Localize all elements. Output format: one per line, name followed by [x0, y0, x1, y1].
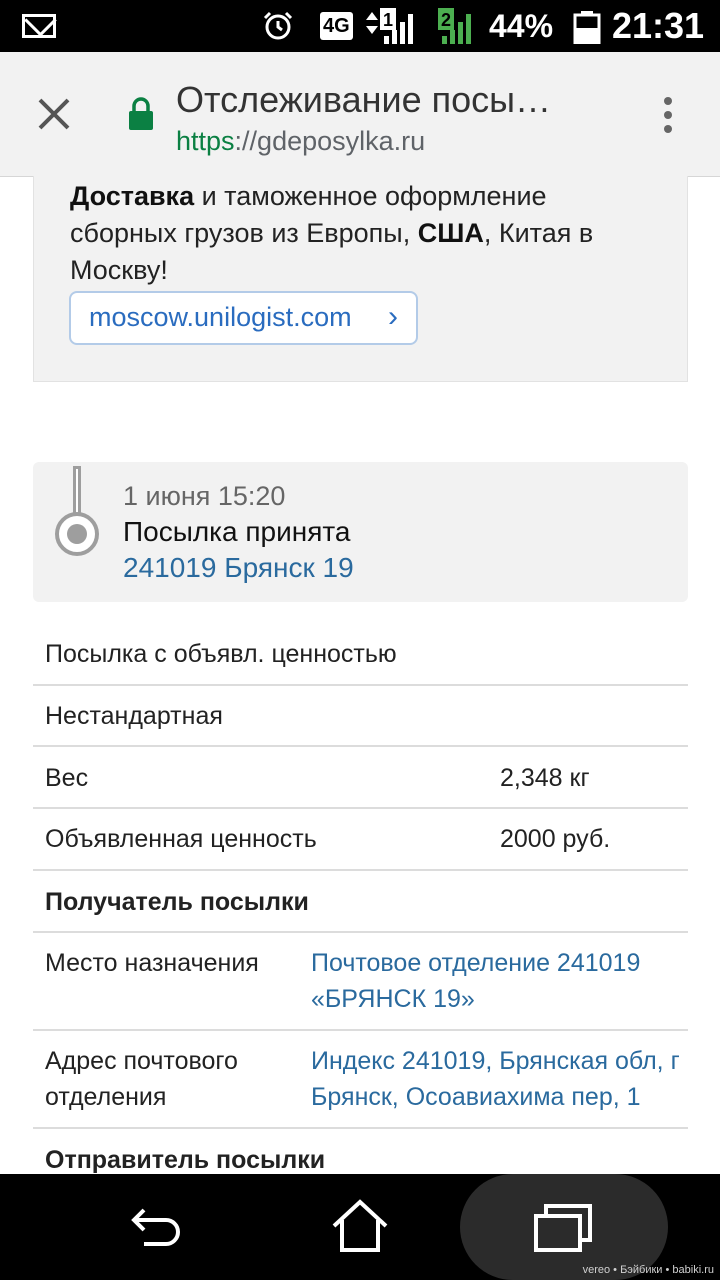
- battery-icon: [573, 11, 601, 44]
- ad-text: Доставка и таможенное оформление сборных…: [70, 178, 660, 289]
- home-icon[interactable]: [328, 1196, 392, 1256]
- parcel-category: Нестандартная: [45, 702, 223, 730]
- address-link[interactable]: Индекс 241019, Брянская обл, г Брянск, О…: [311, 1043, 681, 1115]
- weight-value: 2,348 кг: [500, 764, 590, 792]
- table-row: Место назначения Почтовое отделение 2410…: [33, 933, 688, 1031]
- parcel-type: Посылка с объявл. ценностью: [45, 640, 397, 668]
- ad-text-bold-usa: США: [417, 218, 484, 248]
- mail-icon: [22, 14, 56, 38]
- timeline-dot-icon: [55, 512, 99, 556]
- table-row: Адрес почтового отделения Индекс 241019,…: [33, 1031, 688, 1129]
- ad-text-bold-delivery: Доставка: [70, 181, 195, 211]
- ad-link-label: moscow.unilogist.com: [89, 302, 352, 332]
- ad-banner[interactable]: Доставка и таможенное оформление сборных…: [33, 176, 688, 382]
- close-icon[interactable]: [32, 92, 76, 136]
- page-title: Отслеживание посы…: [176, 79, 552, 120]
- table-row: Нестандартная: [33, 686, 688, 747]
- network-type-badge: 4G: [320, 12, 353, 40]
- recents-icon[interactable]: [532, 1196, 596, 1256]
- url-host: ://gdeposylka.ru: [234, 126, 426, 156]
- destination-link[interactable]: Почтовое отделение 241019 «БРЯНСК 19»: [311, 945, 681, 1017]
- sender-heading: Отправитель посылки: [45, 1146, 326, 1174]
- back-icon[interactable]: [124, 1196, 188, 1256]
- address-label: Адрес почтового отделения: [45, 1047, 238, 1111]
- signal-sim2-icon: 2: [438, 8, 471, 44]
- tracking-event-card: 1 июня 15:20 Посылка принята 241019 Брян…: [33, 462, 688, 602]
- status-bar: 4G 1 2 44% 21:31: [0, 0, 720, 52]
- event-date: 1 июня 15:20: [123, 481, 286, 511]
- recipient-heading: Получатель посылки: [45, 888, 309, 916]
- table-row: Объявленная ценность 2000 руб.: [33, 809, 688, 871]
- event-location-link[interactable]: 241019 Брянск 19: [123, 551, 354, 585]
- ad-link-button[interactable]: moscow.unilogist.com ›: [69, 291, 418, 345]
- table-row: Вес 2,348 кг: [33, 747, 688, 809]
- table-row: Посылка с объявл. ценностью: [33, 624, 688, 686]
- custom-tab-toolbar: Отслеживание посы… https://gdeposylka.ru: [0, 52, 720, 177]
- more-menu-icon[interactable]: [656, 94, 680, 138]
- url-scheme: https: [176, 126, 235, 156]
- chevron-right-icon: ›: [388, 300, 398, 333]
- watermark: vereo • Бэйбики • babiki.ru: [582, 1264, 714, 1276]
- clock: 21:31: [612, 5, 705, 46]
- parcel-info-table: Посылка с объявл. ценностью Нестандартна…: [33, 624, 688, 1191]
- declared-value: 2000 руб.: [500, 825, 611, 853]
- destination-label: Место назначения: [45, 949, 259, 977]
- timeline-line: [73, 466, 81, 518]
- event-status: Посылка принята: [123, 516, 351, 547]
- declared-value-label: Объявленная ценность: [45, 825, 317, 853]
- system-nav-bar: vereo • Бэйбики • babiki.ru: [0, 1174, 720, 1280]
- page-url[interactable]: https://gdeposylka.ru: [176, 124, 425, 158]
- weight-label: Вес: [45, 764, 89, 792]
- table-row: Получатель посылки: [33, 871, 688, 933]
- sim2-label: 2: [441, 10, 451, 30]
- alarm-icon: [263, 11, 293, 40]
- signal-sim1-icon: 1: [366, 8, 413, 44]
- battery-percent: 44%: [489, 8, 554, 44]
- sim1-label: 1: [383, 10, 393, 30]
- lock-icon: [129, 97, 153, 130]
